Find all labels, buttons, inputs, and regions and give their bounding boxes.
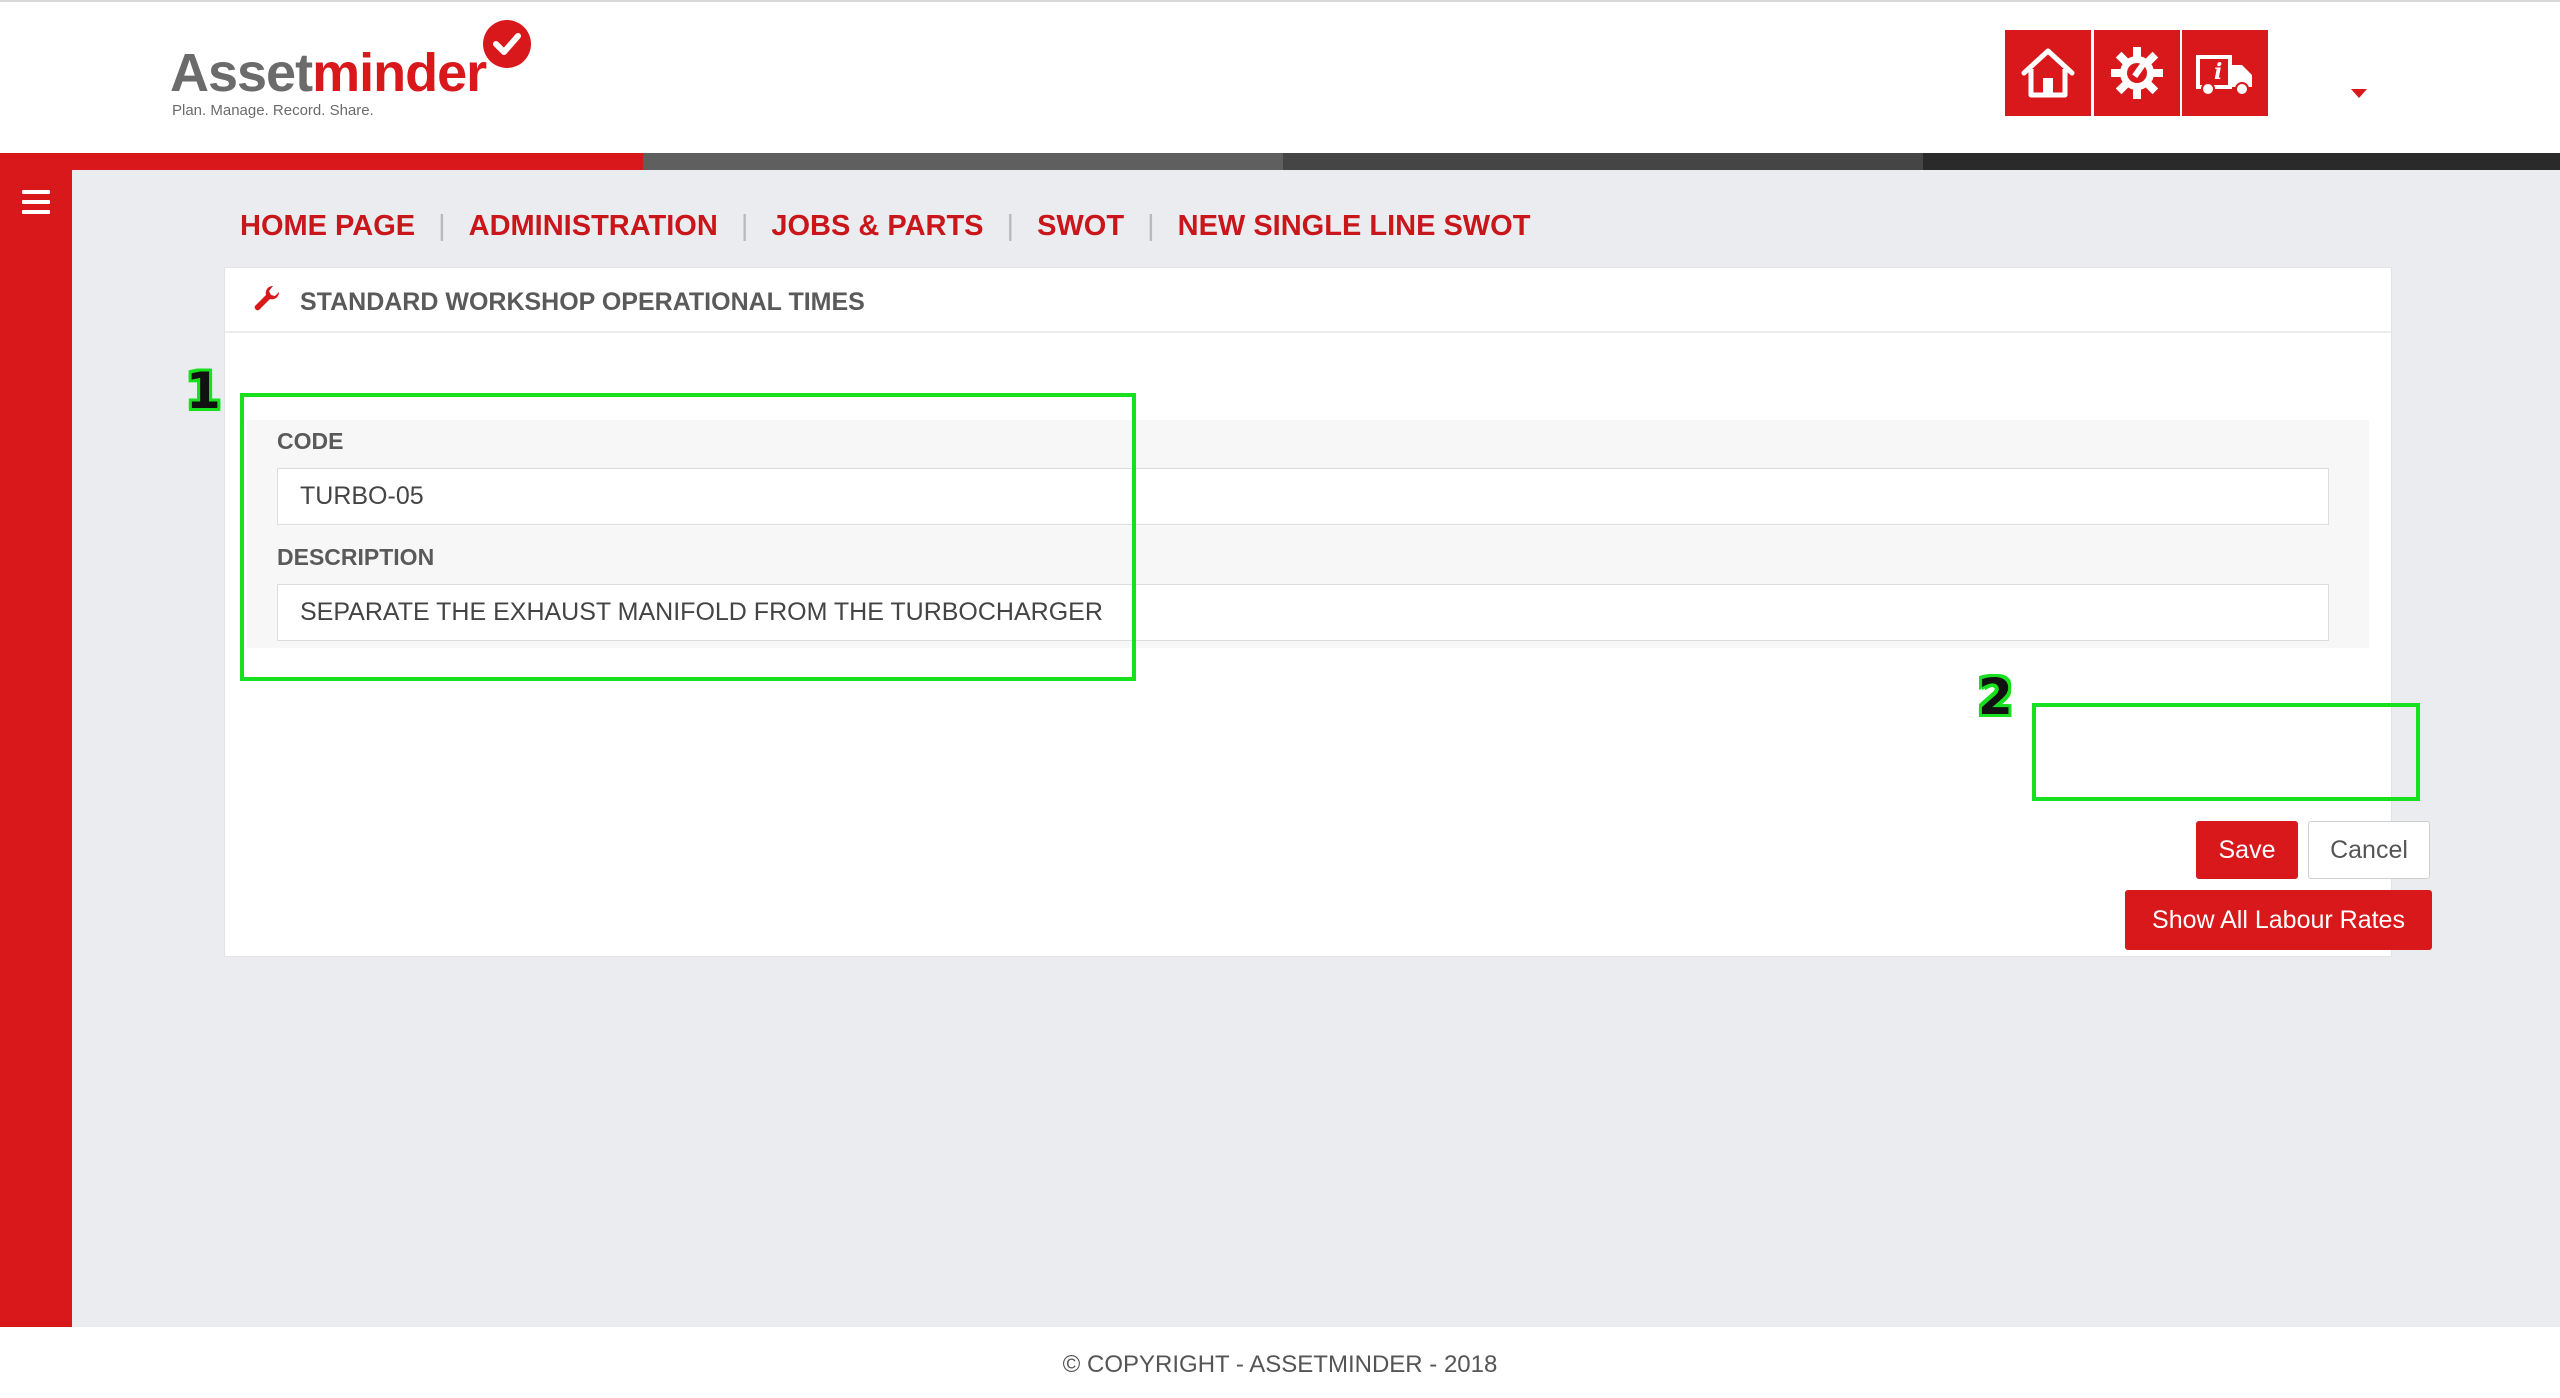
annotation-box-2 [2032, 703, 2420, 801]
breadcrumb-separator: | [740, 209, 749, 242]
logo-wordmark: Assetminder [170, 43, 487, 103]
home-icon[interactable] [2005, 30, 2091, 116]
user-menu-caret-icon[interactable] [2351, 89, 2367, 98]
breadcrumb-separator: | [1147, 209, 1155, 242]
sidebar [0, 170, 72, 1327]
save-button[interactable]: Save [2196, 821, 2298, 879]
panel-title: STANDARD WORKSHOP OPERATIONAL TIMES [300, 288, 865, 316]
logo-check-icon [483, 20, 531, 68]
header-strip-charcoal [1923, 153, 2560, 170]
hamburger-icon[interactable] [22, 190, 50, 214]
top-header: Assetminder Plan. Manage. Record. Share. [0, 0, 2560, 153]
breadcrumb-home-page[interactable]: HOME PAGE [240, 210, 415, 243]
breadcrumb-separator: | [438, 209, 446, 242]
annotation-box-1 [240, 393, 1136, 681]
breadcrumb-separator: | [1006, 209, 1015, 242]
svg-text:i: i [2214, 59, 2222, 85]
breadcrumb-swot[interactable]: SWOT [1037, 210, 1124, 243]
footer: © COPYRIGHT - ASSETMINDER - 2018 [0, 1327, 2560, 1398]
logo-tagline: Plan. Manage. Record. Share. [172, 102, 374, 119]
wrench-icon [253, 285, 281, 314]
copyright-text: © COPYRIGHT - ASSETMINDER - 2018 [1062, 1351, 1498, 1378]
annotation-number-2: 2 [1978, 668, 2013, 726]
breadcrumb-jobs-parts[interactable]: JOBS & PARTS [771, 210, 983, 243]
breadcrumb-administration[interactable]: ADMINISTRATION [469, 210, 718, 243]
settings-gear-icon[interactable] [2094, 30, 2180, 116]
header-strip-red [0, 153, 643, 170]
cancel-button[interactable]: Cancel [2308, 821, 2430, 879]
header-strip-darkgray [1283, 153, 1923, 170]
panel-header: STANDARD WORKSHOP OPERATIONAL TIMES [225, 268, 2391, 333]
truck-info-icon[interactable]: i [2182, 30, 2268, 116]
show-all-labour-rates-button[interactable]: Show All Labour Rates [2125, 890, 2432, 950]
header-strip-gray [643, 153, 1283, 170]
breadcrumb: HOME PAGE | ADMINISTRATION | JOBS & PART… [240, 206, 1530, 246]
breadcrumb-new-single-line-swot[interactable]: NEW SINGLE LINE SWOT [1178, 210, 1531, 243]
assetminder-logo[interactable]: Assetminder Plan. Manage. Record. Share. [168, 20, 548, 120]
annotation-number-1: 1 [186, 362, 221, 420]
